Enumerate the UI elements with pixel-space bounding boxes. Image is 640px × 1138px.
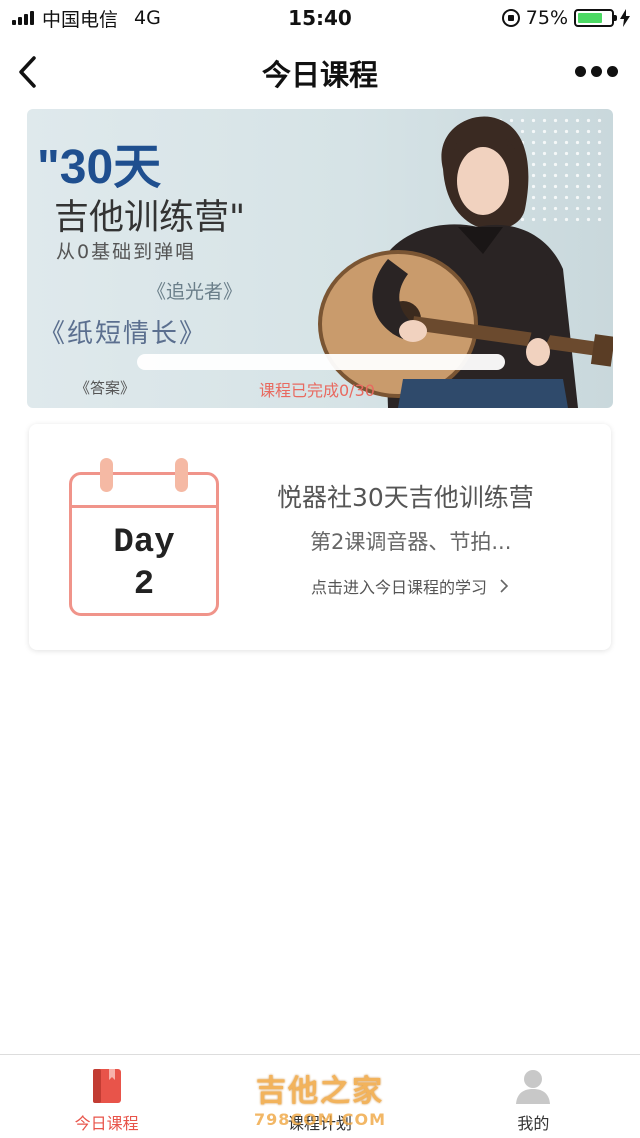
banner-song-1: 《追光者》 bbox=[147, 281, 243, 303]
calendar-day-number: 2 bbox=[133, 566, 155, 604]
course-title: 悦器社30天吉他训练营 bbox=[277, 483, 534, 512]
course-progress-text: 课程已完成0/30 bbox=[259, 381, 375, 400]
enter-lesson-link[interactable]: 点击进入今日课程的学习 bbox=[311, 574, 509, 598]
battery-percent: 75% bbox=[525, 7, 568, 29]
book-icon bbox=[92, 1069, 121, 1103]
banner-title-days: "30天 bbox=[37, 141, 162, 194]
course-banner[interactable]: "30天 吉他训练营" 从0基础到弹唱 《追光者》 《纸短情长》 《答案》 课程… bbox=[27, 109, 613, 408]
tab-label-mine: 我的 bbox=[517, 1114, 550, 1133]
banner-title-camp: 吉他训练营" bbox=[54, 198, 246, 238]
banner-song-3: 《答案》 bbox=[75, 379, 136, 397]
battery-icon bbox=[574, 9, 617, 27]
person-icon bbox=[516, 1070, 551, 1104]
watermark-logo: 吉他之家 798COM.COM bbox=[254, 1066, 386, 1129]
charging-bolt-icon bbox=[620, 9, 630, 27]
calendar-day-label: Day bbox=[113, 524, 175, 562]
banner-song-2: 《纸短情长》 bbox=[39, 319, 208, 349]
rotation-lock-icon bbox=[501, 9, 520, 27]
enter-lesson-text: 点击进入今日课程的学习 bbox=[311, 578, 488, 597]
chevron-right-icon bbox=[500, 579, 509, 593]
navigation-bar: 今日课程 bbox=[0, 36, 640, 108]
today-course-card[interactable]: Day 2 悦器社30天吉他训练营 第2课调音器、节拍... 点击进入今日课程的… bbox=[29, 424, 611, 650]
banner-subtitle: 从0基础到弹唱 bbox=[56, 241, 197, 263]
watermark-line-2: 798COM.COM bbox=[254, 1110, 387, 1129]
calendar-icon: Day 2 bbox=[67, 454, 221, 618]
tab-label-today: 今日课程 bbox=[74, 1114, 139, 1133]
course-progress-bar bbox=[137, 354, 505, 370]
watermark-line-1: 吉他之家 bbox=[256, 1074, 384, 1109]
lesson-title: 第2课调音器、节拍... bbox=[310, 530, 512, 554]
tab-today-course[interactable]: 今日课程 bbox=[0, 1055, 213, 1138]
page-title: 今日课程 bbox=[261, 58, 378, 92]
tab-mine[interactable]: 我的 bbox=[427, 1055, 640, 1138]
status-bar: 中国电信 4G 15:40 75% bbox=[0, 0, 640, 36]
more-dots-icon[interactable] bbox=[575, 66, 618, 77]
